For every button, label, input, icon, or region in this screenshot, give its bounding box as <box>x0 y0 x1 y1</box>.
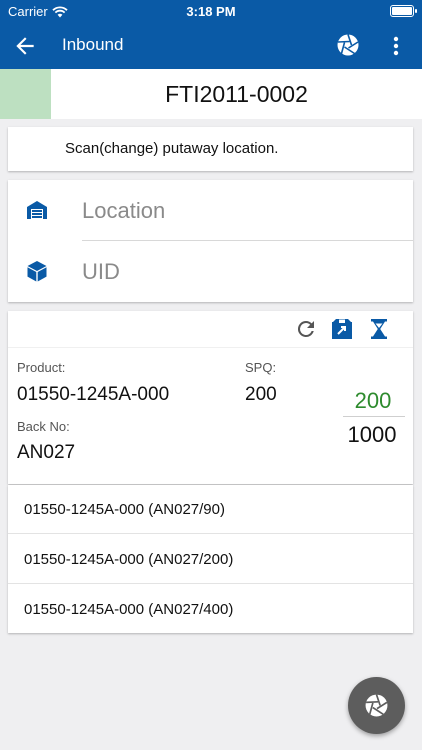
refresh-icon[interactable] <box>294 317 318 341</box>
spq-label: SPQ: <box>245 360 277 375</box>
battery-icon <box>390 5 417 17</box>
aperture-icon <box>365 694 388 717</box>
location-row <box>8 180 413 241</box>
location-input[interactable] <box>82 180 413 240</box>
aperture-icon[interactable] <box>336 33 360 57</box>
back-no-value: AN027 <box>17 442 76 463</box>
back-no-label: Back No: <box>17 419 70 434</box>
arrow-left-icon[interactable] <box>12 33 38 59</box>
product-card: Product: 01550-1245A-000 SPQ: 200 Back N… <box>8 311 413 484</box>
product-label: Product: <box>17 360 66 375</box>
status-bar: Carrier 3:18 PM <box>0 0 422 22</box>
warehouse-icon <box>27 201 47 219</box>
scan-fab-button[interactable] <box>348 677 405 734</box>
scanned-quantity: 200 <box>354 388 392 413</box>
document-header: FTI2011-0002 <box>0 69 422 119</box>
document-status-indicator <box>0 69 51 119</box>
scanned-items-list: 01550-1245A-000 (AN027/90) 01550-1245A-0… <box>8 485 413 633</box>
page-title: Inbound <box>62 35 124 54</box>
quantity-divider <box>343 416 405 417</box>
list-item[interactable]: 01550-1245A-000 (AN027/90) <box>8 485 413 534</box>
instruction-text: Scan(change) putaway location. <box>65 140 279 157</box>
uid-input[interactable] <box>82 241 413 301</box>
instruction-card: Scan(change) putaway location. <box>8 127 413 171</box>
status-time: 3:18 PM <box>186 4 236 19</box>
box-icon <box>27 261 47 282</box>
document-number: FTI2011-0002 <box>165 81 308 107</box>
uid-row <box>8 241 413 302</box>
product-value: 01550-1245A-000 <box>17 384 170 405</box>
more-vertical-icon[interactable] <box>386 33 406 59</box>
hourglass-icon[interactable] <box>367 317 391 341</box>
spq-value: 200 <box>245 384 277 405</box>
product-details: Product: 01550-1245A-000 SPQ: 200 Back N… <box>8 347 413 484</box>
nav-bar: Inbound <box>0 22 422 69</box>
product-toolbar <box>8 311 413 347</box>
list-item[interactable]: 01550-1245A-000 (AN027/400) <box>8 585 413 634</box>
list-item[interactable]: 01550-1245A-000 (AN027/200) <box>8 535 413 584</box>
box-arrow-icon[interactable] <box>330 317 354 341</box>
scan-card <box>8 180 413 302</box>
total-quantity: 1000 <box>347 422 397 447</box>
